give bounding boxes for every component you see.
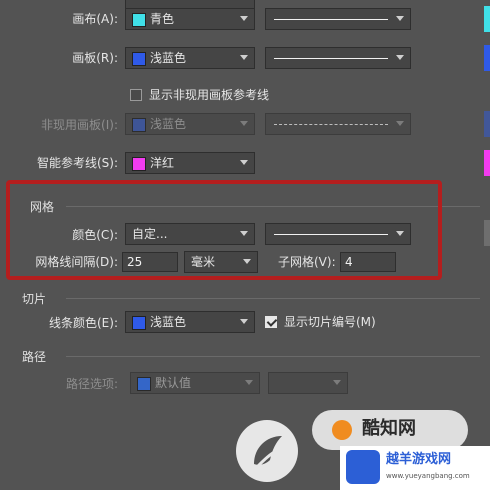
slice-line-color-dropdown[interactable]: 浅蓝色 [125,311,255,333]
watermark-brand-dot [332,420,352,440]
show-inactive-artboard-guides-label: 显示非现用画板参考线 [149,88,270,102]
inactive-artboard-color-dropdown[interactable]: 浅蓝色 [125,113,255,135]
show-slice-numbers-checkbox[interactable] [265,316,277,328]
blue-swatch [137,377,151,391]
watermark-brand-text: 酷知网 [362,418,416,439]
grid-swatch-preview[interactable] [484,220,490,246]
watermark-site-url: www.yueyangbang.com [386,472,470,480]
path-section-title: 路径 [22,350,47,364]
canvas-guide-color-dropdown[interactable]: 青色 [125,8,255,30]
slice-line-color-label: 线条颜色(E): [49,316,118,330]
artboard-guide-color-dropdown[interactable]: 浅蓝色 [125,47,255,69]
path-options-dropdown[interactable]: 默认值 [130,372,260,394]
slices-section-title: 切片 [22,292,47,306]
artboard-guide-color-value: 浅蓝色 [150,51,187,65]
artboard-guide-style-dropdown[interactable] [265,47,411,69]
magenta-swatch [132,157,146,171]
canvas-guide-style-dropdown[interactable] [265,8,411,30]
chevron-down-icon [240,16,248,21]
watermark-site-icon [346,450,380,484]
solid-line-icon [274,58,388,59]
cyan-swatch [132,13,146,27]
inactive-artboard-color-value: 浅蓝色 [150,117,187,131]
path-options-label: 路径选项: [65,377,118,391]
smart-guides-label: 智能参考线(S): [36,156,118,170]
smart-guides-color-value: 洋红 [150,156,175,170]
smart-guides-swatch-preview[interactable] [484,150,490,176]
inactive-artboard-guide-label: 非现用画板(I): [41,118,118,132]
path-options-value: 默认值 [155,376,192,390]
chevron-down-icon [333,380,341,385]
chevron-down-icon [240,319,248,324]
chevron-down-icon [396,16,404,21]
inactive-artboard-style-dropdown[interactable] [265,113,411,135]
artboard-swatch-preview[interactable] [484,45,490,71]
slices-section-rule [66,298,480,299]
leaf-icon [254,436,282,468]
canvas-guide-color-value: 青色 [150,12,175,26]
show-inactive-artboard-guides-checkbox[interactable] [130,89,142,101]
dashed-line-icon [274,124,388,125]
smart-guides-color-dropdown[interactable]: 洋红 [125,152,255,174]
canvas-guide-label: 画布(A): [72,12,118,26]
show-slice-numbers-label: 显示切片编号(M) [284,315,376,329]
chevron-down-icon [240,160,248,165]
inactive-swatch-preview[interactable] [484,111,490,137]
path-style-dropdown[interactable] [268,372,348,394]
slice-line-color-value: 浅蓝色 [150,315,187,329]
chevron-down-icon [240,121,248,126]
solid-line-icon [274,19,388,20]
light-blue-swatch [132,316,146,330]
chevron-down-icon [396,121,404,126]
canvas-swatch-preview[interactable] [484,6,490,32]
artboard-guide-label: 画板(R): [72,51,118,65]
highlight-box [6,180,442,280]
chevron-down-icon [396,55,404,60]
chevron-down-icon [245,380,253,385]
chevron-down-icon [240,55,248,60]
watermark-site-text: 越羊游戏网 [386,452,452,467]
path-section-rule [66,356,480,357]
light-blue-swatch [132,52,146,66]
watermark-logo [236,420,298,482]
light-blue-swatch [132,118,146,132]
